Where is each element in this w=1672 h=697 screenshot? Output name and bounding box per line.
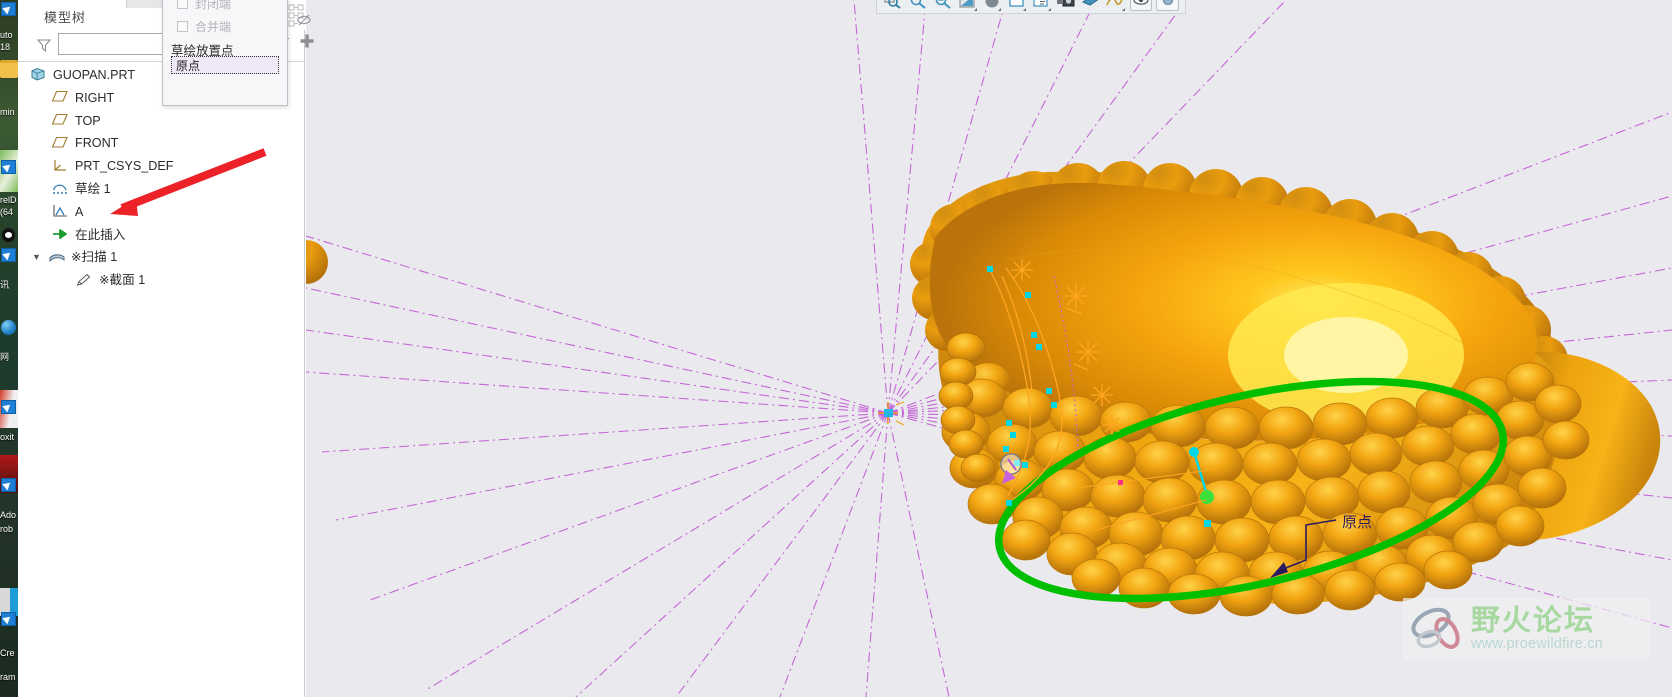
sketch-placement-point-field[interactable]: 原点: [171, 56, 279, 74]
forum-watermark: 野火论坛 www.proewildfire.cn: [1403, 598, 1650, 660]
tree-node-insert-here[interactable]: 在此插入: [18, 224, 305, 247]
tree-node-label: ※扫描 1: [71, 250, 118, 265]
desktop-shortcut-icon[interactable]: [1, 400, 16, 414]
desktop-label: 18: [0, 42, 11, 52]
csys-icon: [52, 159, 70, 175]
desktop-label: uto: [0, 30, 13, 40]
tree-node-label: FRONT: [75, 136, 119, 151]
tree-node-curve-a[interactable]: A: [18, 201, 305, 224]
desktop-label: ram: [0, 672, 16, 682]
desktop-label: oxit: [0, 432, 15, 442]
dropdown-corner-icon[interactable]: [973, 8, 977, 11]
section-icon: [76, 273, 94, 289]
desktop-label: Ado: [0, 510, 17, 520]
tree-node-coordinate-system[interactable]: PRT_CSYS_DEF: [18, 155, 305, 178]
tree-filter-icon[interactable]: [286, 2, 312, 28]
desktop-shortcut-icon[interactable]: [1, 612, 16, 626]
saved-view-icon[interactable]: [1056, 0, 1077, 11]
checkbox-row-closed-end[interactable]: 封闭端: [163, 0, 287, 15]
desktop-strip: uto 18 min relD (64 讯 网 oxit Ado rob Cre…: [0, 0, 18, 697]
dropdown-corner-icon[interactable]: [1023, 8, 1027, 11]
datum-display-icon[interactable]: [1006, 0, 1027, 11]
tree-node-sketch-1[interactable]: 草绘 1: [18, 178, 305, 201]
appearance-icon[interactable]: [1080, 0, 1101, 11]
tree-node-label: 在此插入: [75, 227, 126, 242]
graphics-viewport[interactable]: 原点 野火论坛 www.proewildfire.cn: [306, 0, 1672, 697]
checkbox-closed-end[interactable]: [177, 0, 188, 9]
desktop-shortcut-icon[interactable]: [1, 478, 16, 492]
dropdown-corner-icon[interactable]: [1121, 8, 1125, 11]
tree-node-label: TOP: [75, 113, 101, 128]
desktop-shortcut-icon[interactable]: [1, 248, 16, 262]
datum-origin-marker: [878, 401, 905, 426]
plane-icon: [51, 136, 70, 152]
tree-node-label: A: [75, 204, 84, 219]
watermark-title: 野火论坛: [1471, 605, 1596, 637]
model-canvas[interactable]: 原点: [306, 0, 1672, 697]
dropdown-corner-icon[interactable]: [998, 8, 1002, 11]
desktop-label: relD: [0, 195, 17, 205]
insert-here-icon: [52, 227, 70, 243]
part-icon: [30, 67, 48, 83]
sweep-icon: [48, 250, 66, 266]
field-value: 原点: [176, 58, 201, 73]
curve-display-icon[interactable]: [1105, 0, 1126, 11]
tree-node-label: 草绘 1: [75, 182, 111, 197]
view-toolbar[interactable]: [876, 0, 1186, 14]
checkbox-label: 合并端: [195, 20, 232, 34]
desktop-label: (64: [0, 207, 14, 217]
page-title: 模型树: [44, 10, 87, 25]
checkbox-row-merge-end[interactable]: 合并端: [163, 15, 287, 38]
desktop-shortcut-icon[interactable]: [1, 160, 16, 174]
desktop-browser-icon[interactable]: [1, 320, 16, 335]
tree-node-section-1[interactable]: ※截面 1: [18, 269, 305, 292]
watermark-url: www.proewildfire.cn: [1471, 636, 1603, 652]
desktop-qq-icon[interactable]: [2, 228, 15, 242]
plane-icon: [51, 90, 70, 106]
desktop-label: 讯: [0, 280, 10, 290]
plane-icon: [51, 113, 70, 129]
tree-node-label: ※截面 1: [99, 273, 146, 288]
tree-node-label: PRT_CSYS_DEF: [75, 159, 174, 174]
zoom-in-icon[interactable]: [883, 0, 904, 11]
desktop-folder-icon[interactable]: [0, 60, 18, 78]
tree-node-sweep-1[interactable]: ▼ ※扫描 1: [18, 246, 305, 269]
tree-node-datum-plane-top[interactable]: TOP: [18, 110, 305, 133]
curve-icon: [52, 204, 70, 220]
forum-logo-icon: [1407, 603, 1469, 655]
sketch-icon: [52, 181, 70, 197]
display-style-icon[interactable]: [957, 0, 978, 11]
visibility-eye-icon[interactable]: [1129, 0, 1153, 11]
origin-annotation-text: 原点: [1342, 514, 1372, 531]
shading-sphere-icon[interactable]: [982, 0, 1003, 11]
refit-zoom-icon[interactable]: [932, 0, 953, 11]
zoom-out-icon[interactable]: [908, 0, 929, 11]
tree-node-datum-plane-front[interactable]: FRONT: [18, 132, 305, 155]
dropdown-corner-icon[interactable]: [1047, 8, 1051, 11]
desktop-label: rob: [0, 524, 14, 534]
expander-caret-icon[interactable]: ▼: [32, 253, 46, 262]
plus-icon[interactable]: [299, 33, 315, 49]
checkbox-label: 封闭端: [195, 0, 232, 11]
annotation-display-icon[interactable]: [1031, 0, 1052, 11]
tree-node-label: RIGHT: [75, 90, 115, 105]
guopan-solid-model[interactable]: [306, 161, 1661, 617]
desktop-label: 网: [0, 352, 10, 362]
application-window: 原点 野火论坛 www.proewildfire.cn 模型树 GUOPAN.P…: [18, 0, 1672, 697]
tree-node-label: GUOPAN.PRT: [53, 68, 136, 83]
checkbox-merge-end[interactable]: [177, 21, 188, 32]
color-swatch-icon[interactable]: [1156, 0, 1180, 11]
desktop-label: Cre: [0, 648, 15, 658]
desktop-shortcut-icon[interactable]: [1, 2, 16, 16]
sweep-options-dialog[interactable]: 封闭端 合并端 草绘放置点 原点: [162, 0, 288, 106]
funnel-icon[interactable]: [36, 37, 52, 53]
desktop-label: min: [0, 107, 15, 117]
screen: uto 18 min relD (64 讯 网 oxit Ado rob Cre…: [0, 0, 1672, 697]
